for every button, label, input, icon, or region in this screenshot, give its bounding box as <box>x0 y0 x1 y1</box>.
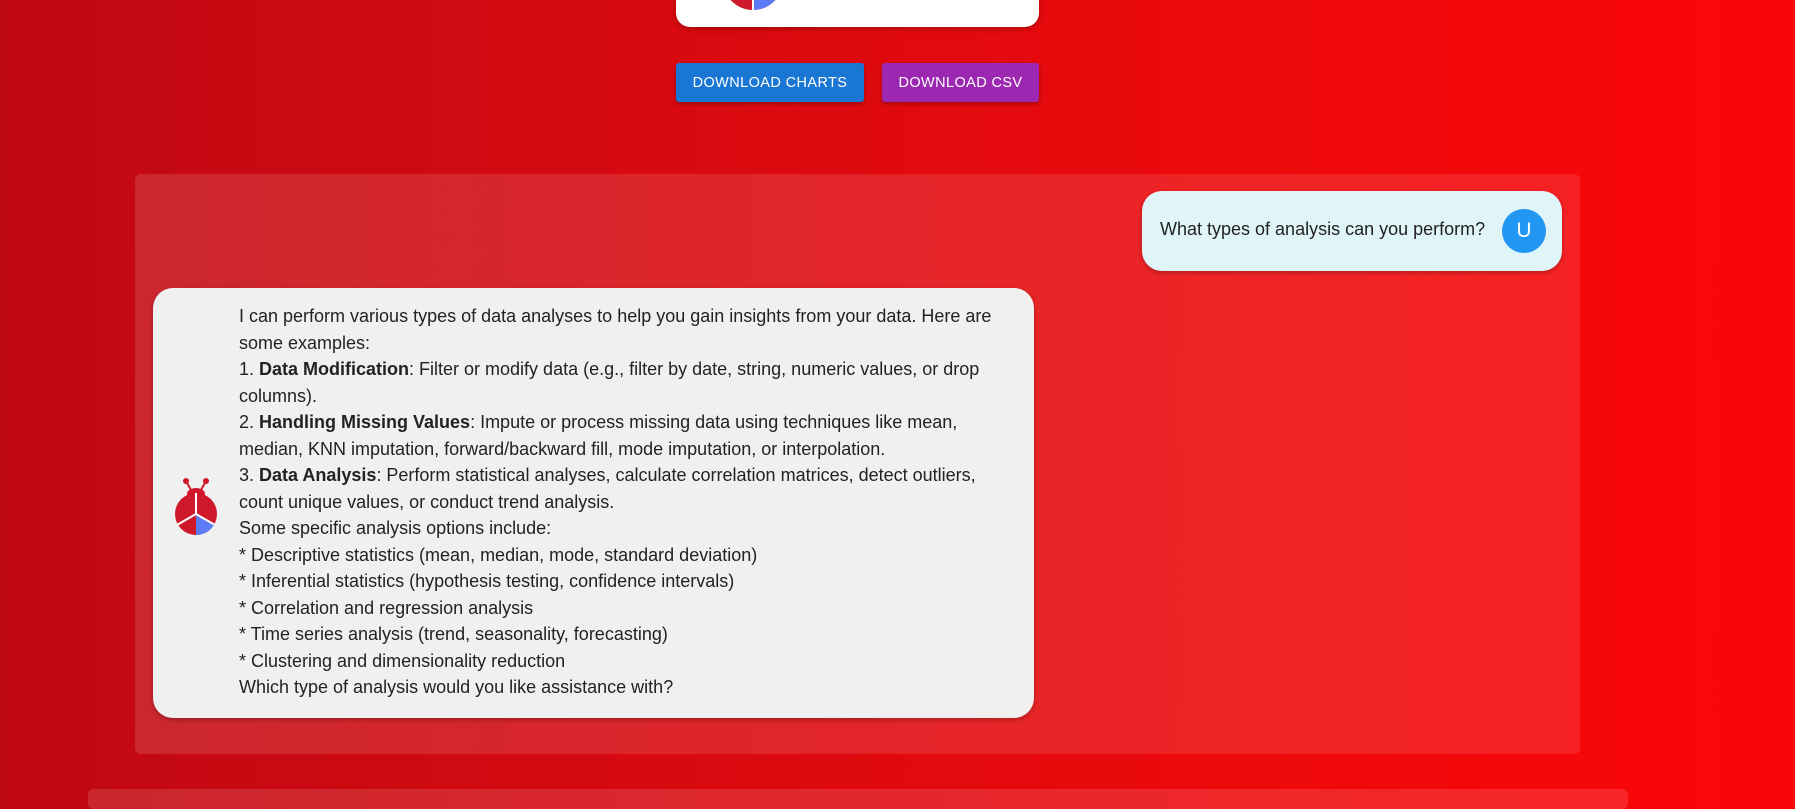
input-panel-top-edge <box>88 789 1628 809</box>
chart-card-bottom-edge <box>676 0 1039 27</box>
bot-closing: Which type of analysis would you like as… <box>239 677 674 697</box>
ladybug-logo-icon <box>175 478 217 535</box>
list-item-title: Data Analysis <box>259 465 377 485</box>
list-item-number: 2. <box>239 412 260 432</box>
user-message-text: What types of analysis can you perform? <box>1160 219 1486 239</box>
bot-option-item: * Clustering and dimensionality reductio… <box>239 650 566 671</box>
bot-message-text: I can perform various types of data anal… <box>239 303 1019 701</box>
bot-intro: I can perform various types of data anal… <box>239 306 992 353</box>
bot-option-item: * Time series analysis (trend, seasonali… <box>239 624 668 644</box>
bot-option-item: * Correlation and regression analysis <box>239 597 534 618</box>
bot-option-item: * Descriptive statistics (mean, median, … <box>239 544 758 565</box>
list-item-number: 1. <box>239 359 260 379</box>
pie-chart-icon <box>730 0 776 10</box>
download-csv-button[interactable]: DOWNLOAD CSV <box>882 63 1039 102</box>
list-item-title: Handling Missing Values <box>259 412 471 432</box>
bot-message-bubble: I can perform various types of data anal… <box>153 288 1034 718</box>
bot-list-item: 3. Data Analysis: Perform statistical an… <box>239 462 1019 515</box>
user-avatar: U <box>1502 209 1546 253</box>
list-item-number: 3. <box>239 465 260 485</box>
bot-options-heading: Some specific analysis options include: <box>239 518 552 538</box>
user-message-bubble: What types of analysis can you perform? … <box>1142 191 1562 271</box>
bot-list-item: 2. Handling Missing Values: Impute or pr… <box>239 409 1019 462</box>
download-charts-button[interactable]: DOWNLOAD CHARTS <box>676 63 864 102</box>
list-item-title: Data Modification <box>259 359 410 379</box>
bot-option-item: * Inferential statistics (hypothesis tes… <box>239 571 735 591</box>
bot-list-item: 1. Data Modification: Filter or modify d… <box>239 356 1019 409</box>
